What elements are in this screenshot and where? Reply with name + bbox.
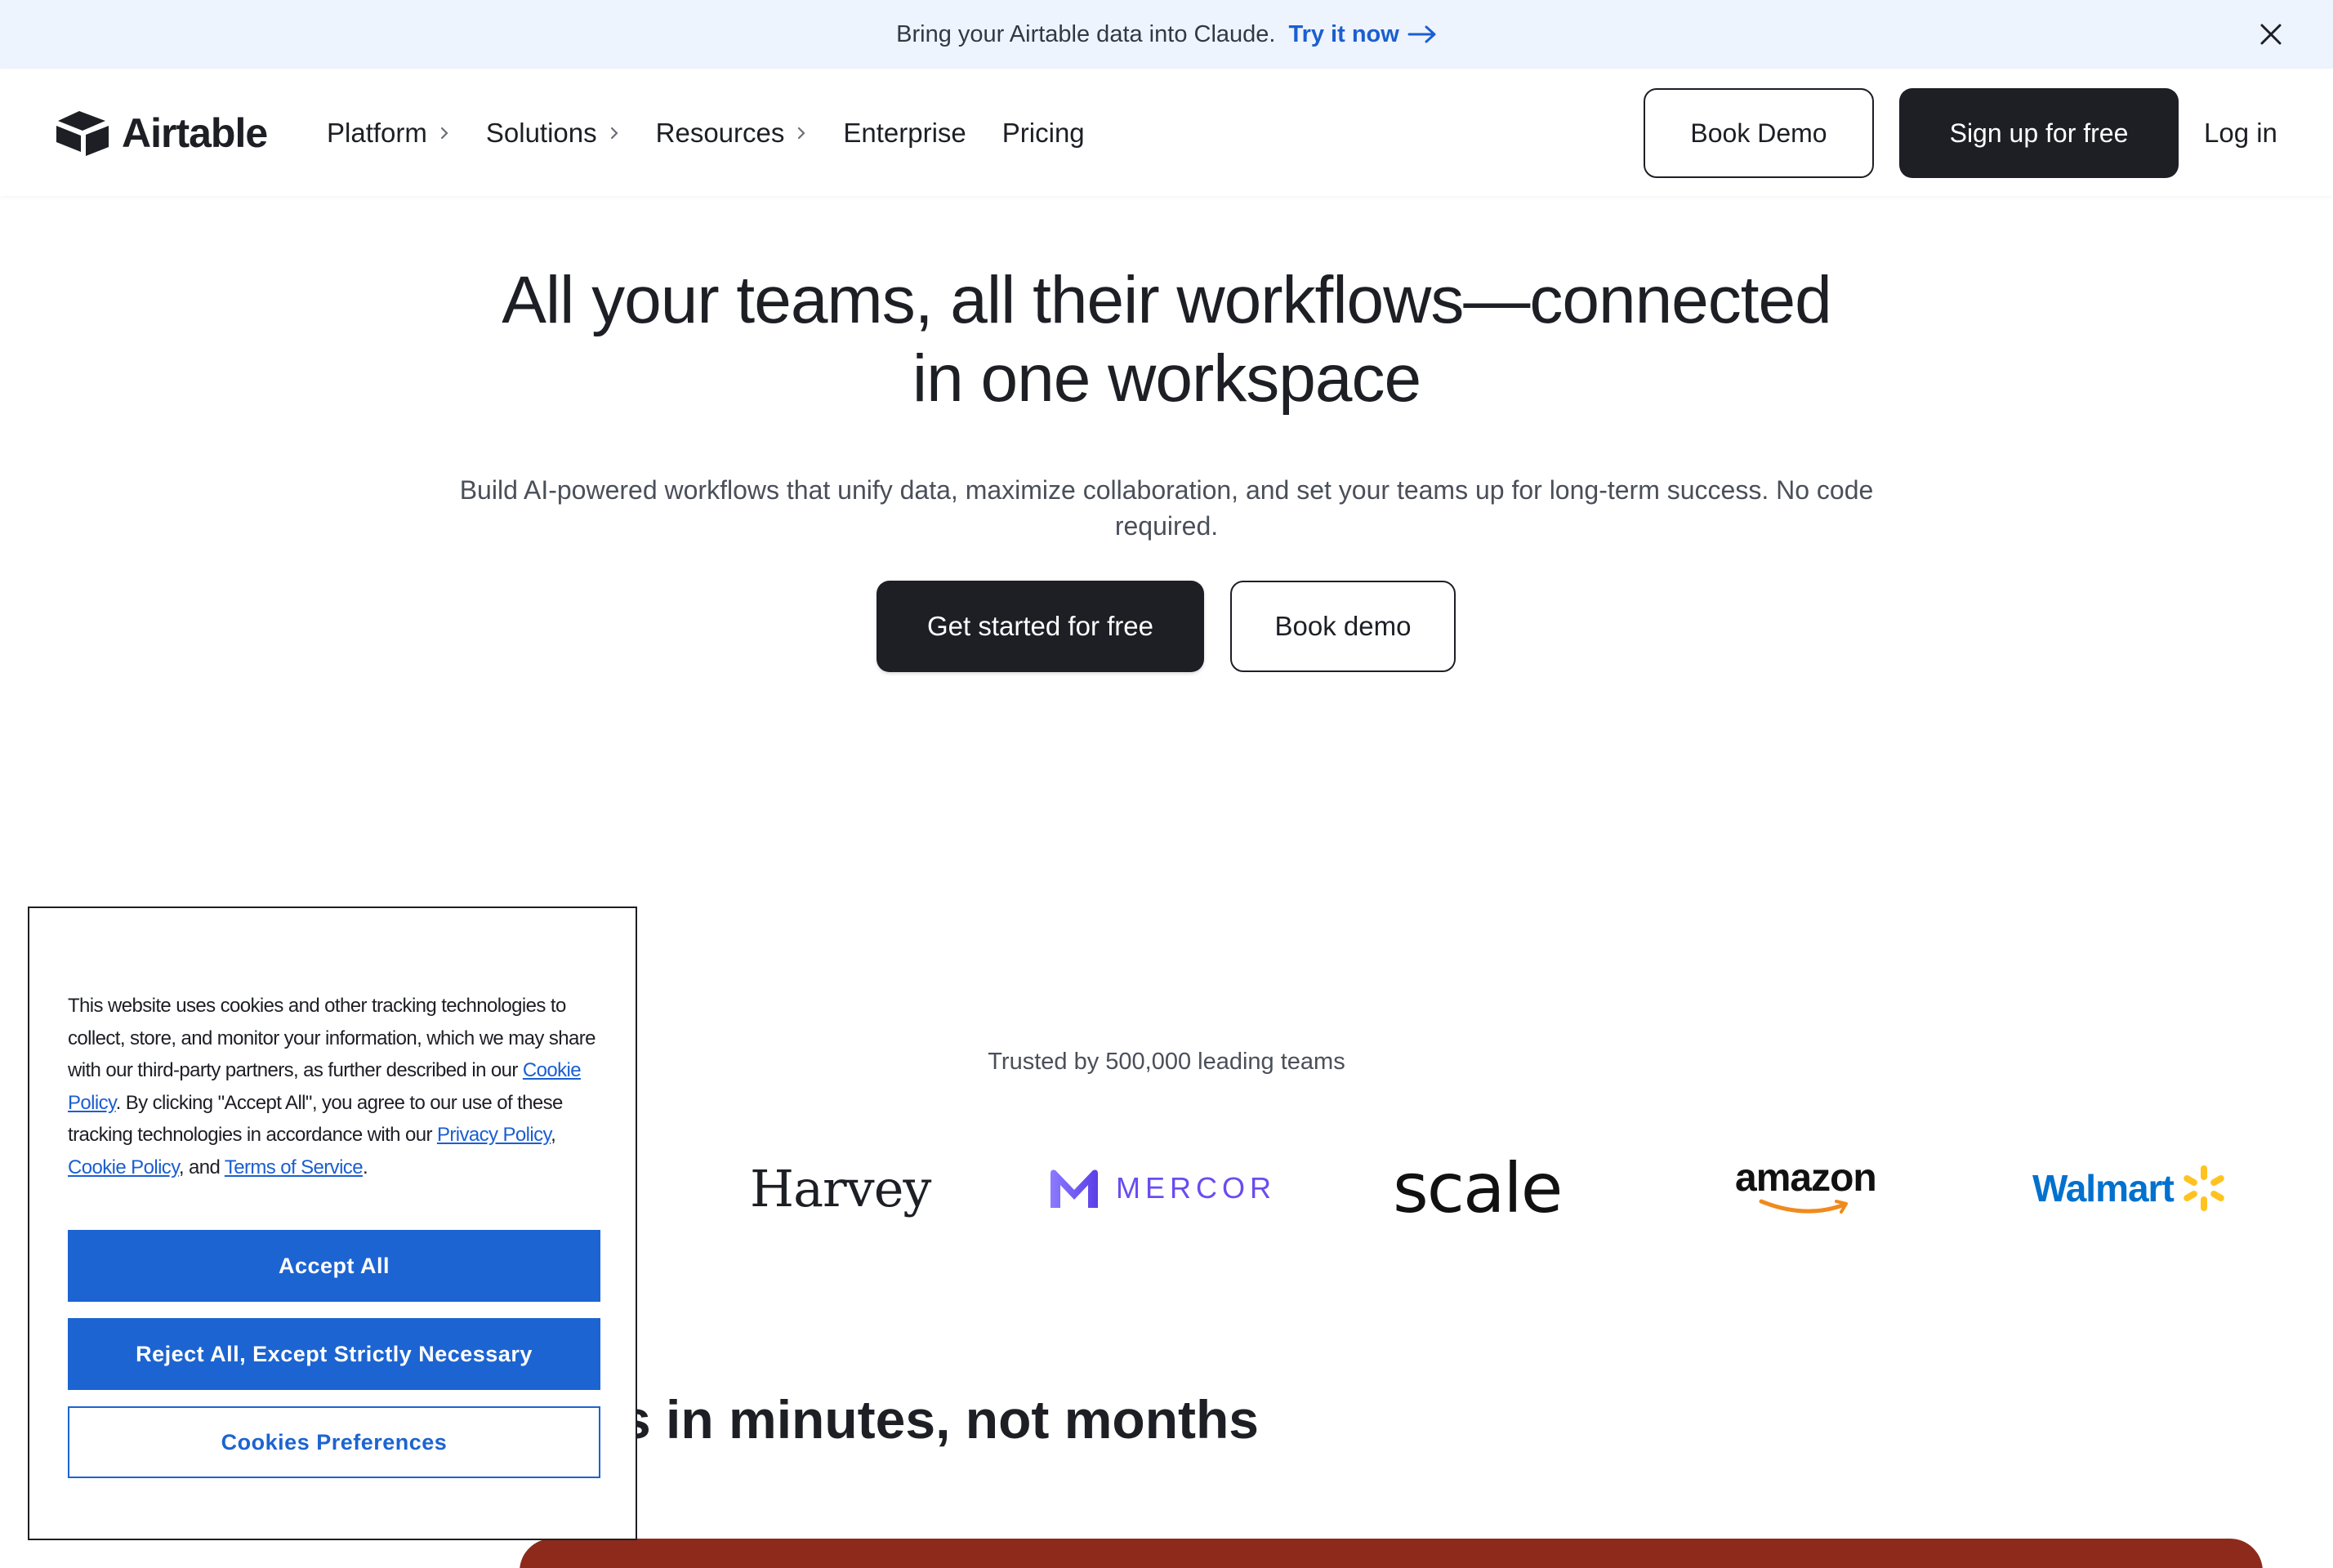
walmart-wordmark: Walmart [2032,1167,2175,1209]
amazon-logo: amazon [1735,1152,1877,1225]
nav-resources[interactable]: Resources [656,118,808,149]
cookie-text-4: , and [178,1156,225,1178]
chevron-right-icon [798,127,805,140]
log-in-link[interactable]: Log in [2204,108,2277,158]
privacy-policy-link[interactable]: Privacy Policy [437,1124,551,1146]
chevron-right-icon [440,127,448,140]
section-heading-visible: s in minutes, not months [621,1389,1260,1450]
nav-pricing[interactable]: Pricing [1002,118,1085,149]
nav-platform-label: Platform [327,118,427,148]
site-header: Airtable Platform Solutions Resources En… [0,69,2333,196]
nav-enterprise[interactable]: Enterprise [843,118,966,149]
nav-pricing-label: Pricing [1001,118,1085,148]
close-icon[interactable] [2257,20,2285,48]
nav-solutions-label: Solutions [485,118,597,148]
cookie-text: This website uses cookies and other trac… [68,990,607,1183]
nav-enterprise-label: Enterprise [843,118,966,148]
announcement-bar: Bring your Airtable data into Claude. Tr… [0,0,2333,69]
nav-solutions[interactable]: Solutions [486,118,620,149]
hero-title-line-1: All your teams, all their workflows—conn… [502,263,1832,337]
announcement-text: Bring your Airtable data into Claude. [896,20,1276,47]
cookie-policy-link-2[interactable]: Cookie Policy [68,1156,179,1178]
announcement-content: Bring your Airtable data into Claude. Tr… [0,0,2333,69]
walmart-logo: Walmart [2032,1152,2229,1225]
terms-of-service-link[interactable]: Terms of Service [225,1156,364,1178]
nav-platform[interactable]: Platform [327,118,450,149]
sign-up-button[interactable]: Sign up for free [1899,88,2179,178]
get-started-button[interactable]: Get started for free [877,581,1204,672]
mercor-mark-icon [1051,1169,1098,1208]
logo-wordmark: Airtable [122,110,268,156]
airtable-logo-icon [56,111,109,156]
chevron-right-icon [610,127,618,140]
book-demo-hero-button[interactable]: Book demo [1230,581,1456,672]
airtable-logo[interactable]: Airtable [55,108,268,158]
scale-logo: scale [1393,1148,1563,1228]
hero-title: All your teams, all their workflows—conn… [327,261,2006,418]
reject-all-button[interactable]: Reject All, Except Strictly Necessary [68,1318,600,1390]
mercor-wordmark: MERCOR [1116,1171,1276,1205]
arrow-right-icon [1407,25,1436,43]
harvey-logo: Harvey [750,1158,931,1218]
announcement-link[interactable]: Try it now [1288,21,1436,48]
cookie-text-5: . [362,1156,368,1178]
walmart-spark-icon [2183,1165,2224,1211]
amazon-smile-icon [1759,1199,1849,1214]
feature-banner [520,1539,2263,1568]
book-demo-button[interactable]: Book Demo [1644,88,1874,178]
hero-title-line-2: in one workspace [912,341,1421,416]
accept-all-button[interactable]: Accept All [68,1230,600,1302]
announcement-link-label: Try it now [1288,20,1399,47]
cookie-text-1: This website uses cookies and other trac… [68,995,596,1081]
cookies-preferences-button[interactable]: Cookies Preferences [68,1406,600,1478]
nav-resources-label: Resources [655,118,785,148]
cookie-consent-dialog: This website uses cookies and other trac… [28,906,637,1540]
cookie-text-3: , [551,1124,556,1146]
main-nav: Platform Solutions Resources Enterprise … [327,108,1121,158]
hero-subtitle: Build AI-powered workflows that unify da… [459,475,1874,541]
mercor-logo: MERCOR [1047,1152,1276,1225]
amazon-wordmark: amazon [1735,1156,1877,1200]
